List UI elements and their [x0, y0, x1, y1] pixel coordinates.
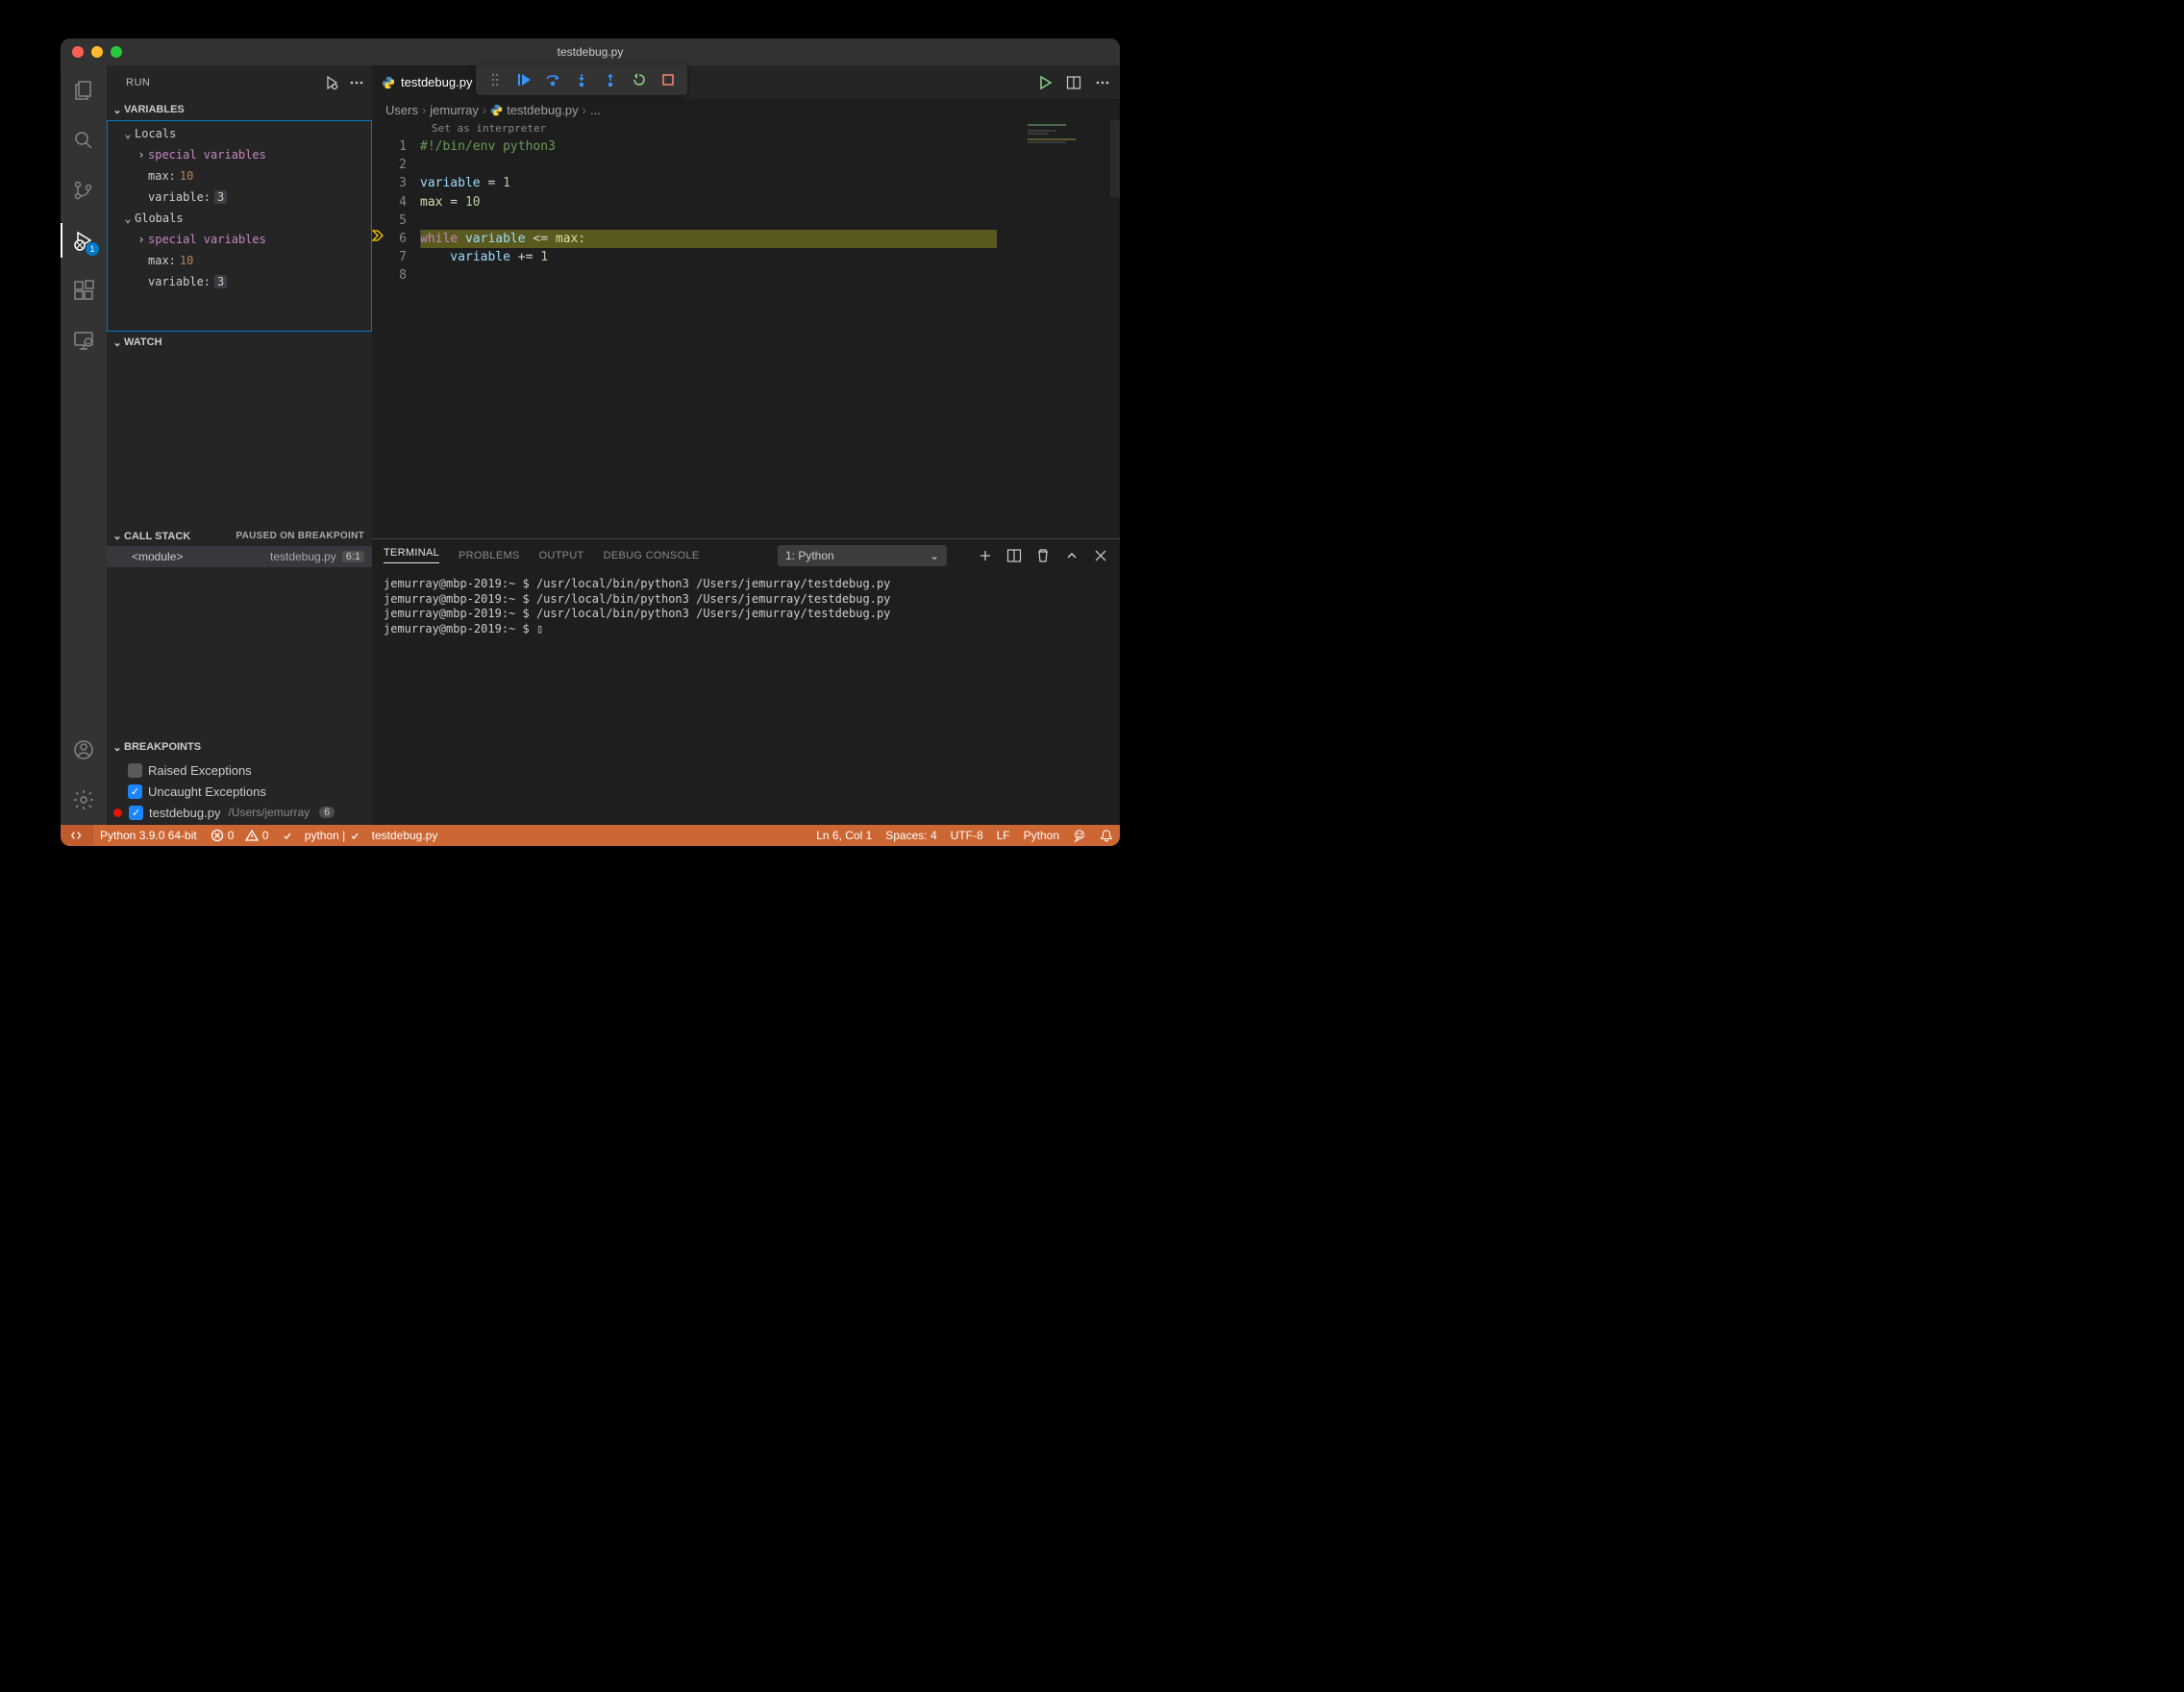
remote-indicator[interactable] [61, 825, 93, 846]
tab-terminal[interactable]: TERMINAL [384, 547, 439, 563]
step-over-button[interactable] [539, 66, 566, 93]
watch-header[interactable]: ⌄WATCH [107, 332, 372, 353]
run-file-icon[interactable] [1037, 75, 1053, 90]
close-panel-icon[interactable] [1093, 548, 1108, 563]
code-editor[interactable]: Set as interpreter 1 2 3 4 5 6 7 8 #!/bi… [372, 120, 1120, 538]
line-numbers: 1 2 3 4 5 6 7 8 [372, 120, 420, 538]
sidebar-title: RUN [126, 77, 150, 88]
breadcrumb[interactable]: Users› jemurray› testdebug.py› ... [372, 99, 1120, 120]
var-max-g[interactable]: max:10 [108, 250, 371, 271]
close-window[interactable] [72, 46, 84, 58]
split-editor-icon[interactable] [1066, 75, 1081, 90]
callstack-header[interactable]: ⌄CALL STACK PAUSED ON BREAKPOINT [107, 525, 372, 546]
window-controls [61, 46, 122, 58]
continue-button[interactable] [510, 66, 537, 93]
tab-testdebug[interactable]: testdebug.py [372, 65, 482, 99]
watch-section: ⌄WATCH [107, 332, 372, 525]
settings-gear-icon[interactable] [61, 783, 107, 817]
breakpoints-section: ⌄BREAKPOINTS Raised Exceptions ✓Uncaught… [107, 736, 372, 825]
python-file-icon [382, 76, 395, 89]
activity-bar: 1 [61, 65, 107, 825]
status-feedback-icon[interactable] [1066, 825, 1093, 846]
titlebar: testdebug.py [61, 38, 1120, 65]
more-actions-icon[interactable] [1095, 75, 1110, 90]
status-encoding[interactable]: UTF-8 [944, 825, 990, 846]
callstack-section: ⌄CALL STACK PAUSED ON BREAKPOINT <module… [107, 525, 372, 736]
step-into-button[interactable] [568, 66, 595, 93]
tab-label: testdebug.py [401, 75, 472, 89]
debug-config-icon[interactable] [324, 75, 339, 90]
special-variables-g[interactable]: ›special variables [108, 229, 371, 250]
panel-tabs: TERMINAL PROBLEMS OUTPUT DEBUG CONSOLE 1… [372, 539, 1120, 571]
code-lines: #!/bin/env python3 variable = 1 max = 10… [420, 120, 1120, 538]
search-icon[interactable] [61, 123, 107, 158]
more-icon[interactable] [349, 75, 364, 90]
python-file-icon [490, 104, 503, 116]
bp-file[interactable]: ✓ testdebug.py /Users/jemurray 6 [107, 802, 372, 823]
bp-uncaught-exceptions[interactable]: ✓Uncaught Exceptions [107, 781, 372, 802]
restart-button[interactable] [626, 66, 653, 93]
status-cursor[interactable]: Ln 6, Col 1 [809, 825, 879, 846]
split-terminal-icon[interactable] [1006, 548, 1022, 563]
editor-group: testdebug.py [372, 65, 1120, 825]
run-sidebar: RUN ⌄VARIABLES ⌄Locals ›special variable… [107, 65, 372, 825]
bottom-panel: TERMINAL PROBLEMS OUTPUT DEBUG CONSOLE 1… [372, 538, 1120, 825]
drag-grip-icon[interactable] [482, 66, 509, 93]
status-errors[interactable]: 0 0 [204, 825, 276, 846]
tab-bar: testdebug.py [372, 65, 1120, 99]
debug-toolbar[interactable] [476, 64, 687, 95]
locals-scope[interactable]: ⌄Locals [108, 123, 371, 144]
variables-tree: ⌄Locals ›special variables max:10 variab… [107, 120, 372, 332]
terminal-output[interactable]: jemurray@mbp-2019:~ $ /usr/local/bin/pyt… [372, 571, 1120, 825]
pause-status: PAUSED ON BREAKPOINT [236, 531, 364, 541]
status-debug-target[interactable]: python | testdebug.py [275, 825, 444, 846]
current-line-glyph-icon [372, 230, 387, 241]
accounts-icon[interactable] [61, 733, 107, 767]
maximize-panel-icon[interactable] [1064, 548, 1080, 563]
sidebar-header: RUN [107, 65, 372, 99]
minimap[interactable] [1024, 120, 1120, 538]
var-variable[interactable]: variable:3 [108, 187, 371, 208]
checkbox-icon[interactable]: ✓ [129, 806, 143, 820]
globals-scope[interactable]: ⌄Globals [108, 208, 371, 229]
var-variable-g[interactable]: variable:3 [108, 271, 371, 292]
new-terminal-icon[interactable] [978, 548, 993, 563]
step-out-button[interactable] [597, 66, 624, 93]
special-variables[interactable]: ›special variables [108, 144, 371, 165]
scrollbar[interactable] [1110, 120, 1120, 197]
vscode-window: testdebug.py 1 RUN [61, 38, 1120, 846]
terminal-selector[interactable]: 1: Python⌄ [778, 545, 947, 566]
status-interpreter[interactable]: Python 3.9.0 64-bit [93, 825, 204, 846]
breakpoint-dot-icon [113, 809, 122, 817]
kill-terminal-icon[interactable] [1035, 548, 1051, 563]
variables-section: ⌄VARIABLES ⌄Locals ›special variables ma… [107, 99, 372, 332]
status-spaces[interactable]: Spaces: 4 [879, 825, 943, 846]
window-title: testdebug.py [61, 45, 1120, 59]
zoom-window[interactable] [111, 46, 122, 58]
status-bar: Python 3.9.0 64-bit 0 0 python | testdeb… [61, 825, 1120, 846]
breakpoints-header[interactable]: ⌄BREAKPOINTS [107, 736, 372, 758]
status-eol[interactable]: LF [990, 825, 1017, 846]
remote-explorer-icon[interactable] [61, 323, 107, 358]
checkbox-icon[interactable] [128, 763, 142, 778]
status-bell-icon[interactable] [1093, 825, 1120, 846]
extensions-icon[interactable] [61, 273, 107, 308]
chevron-down-icon: ⌄ [930, 549, 939, 562]
tab-problems[interactable]: PROBLEMS [459, 550, 520, 561]
run-debug-icon[interactable]: 1 [61, 223, 107, 258]
stack-frame[interactable]: <module> testdebug.py 6:1 [107, 546, 372, 567]
checkbox-icon[interactable]: ✓ [128, 784, 142, 799]
minimize-window[interactable] [91, 46, 103, 58]
bp-raised-exceptions[interactable]: Raised Exceptions [107, 759, 372, 781]
var-max[interactable]: max:10 [108, 165, 371, 187]
variables-header[interactable]: ⌄VARIABLES [107, 99, 372, 120]
status-language[interactable]: Python [1017, 825, 1066, 846]
debug-badge: 1 [86, 242, 99, 256]
explorer-icon[interactable] [61, 73, 107, 108]
tab-output[interactable]: OUTPUT [539, 550, 584, 561]
tab-debug-console[interactable]: DEBUG CONSOLE [604, 550, 700, 561]
stop-button[interactable] [655, 66, 682, 93]
source-control-icon[interactable] [61, 173, 107, 208]
